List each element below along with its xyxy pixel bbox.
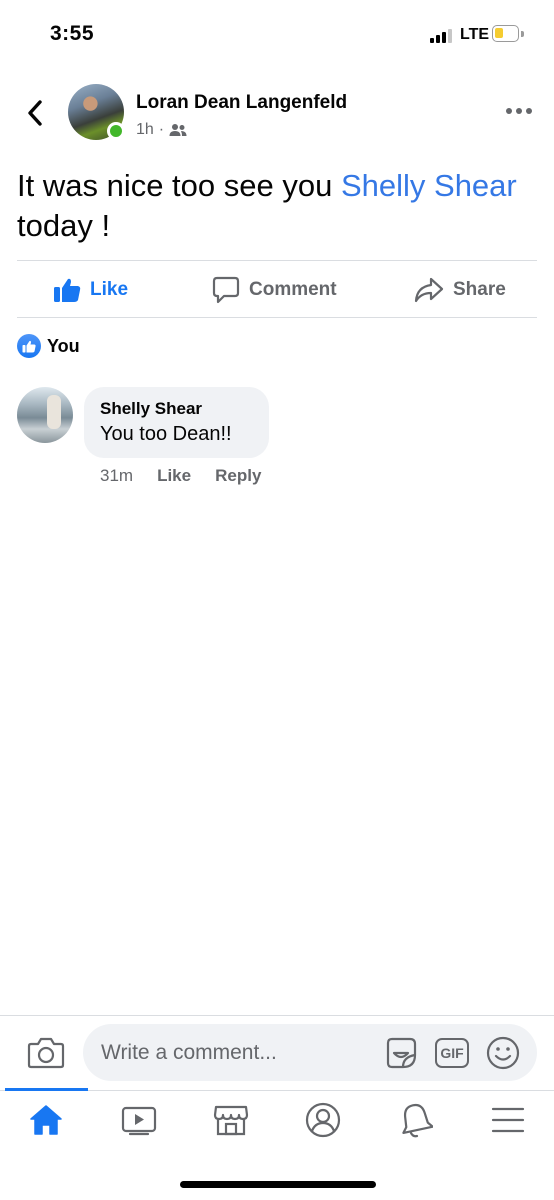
- sticker-icon: [386, 1037, 417, 1069]
- comment-label: Comment: [249, 279, 337, 300]
- share-button[interactable]: Share: [414, 272, 506, 308]
- emoji-button[interactable]: [485, 1035, 521, 1071]
- chevron-left-icon: [28, 100, 42, 126]
- video-icon: [121, 1106, 157, 1136]
- active-tab-indicator: [5, 1088, 88, 1091]
- back-button[interactable]: [20, 96, 50, 130]
- composer-divider: [0, 1015, 554, 1016]
- comment-input-container[interactable]: GIF: [83, 1024, 537, 1081]
- menu-icon: [491, 1107, 525, 1133]
- post-author-name[interactable]: Loran Dean Langenfeld: [136, 92, 347, 114]
- comment-like-button[interactable]: Like: [157, 466, 191, 486]
- comment-time: 31m: [100, 466, 134, 485]
- profile-icon: [305, 1102, 341, 1138]
- network-label: LTE: [460, 26, 490, 43]
- comment-button[interactable]: Comment: [212, 272, 337, 308]
- comment-text: You too Dean!!: [100, 423, 232, 445]
- meta-separator: ·: [158, 121, 165, 138]
- emoji-icon: [486, 1036, 520, 1070]
- post-text-end: today !: [17, 208, 111, 243]
- divider: [17, 317, 537, 318]
- comment-bubble[interactable]: Shelly Shear You too Dean!!: [84, 387, 269, 458]
- gif-button[interactable]: GIF: [435, 1038, 469, 1068]
- comment-author[interactable]: Shelly Shear: [100, 399, 253, 419]
- gif-label: GIF: [440, 1045, 464, 1061]
- bell-icon: [402, 1103, 433, 1138]
- reactions-label: You: [47, 335, 80, 356]
- tab-menu[interactable]: [483, 1100, 533, 1140]
- status-bar: 3:55 LTE: [0, 0, 554, 70]
- reactions-summary[interactable]: You: [17, 334, 80, 358]
- tab-profile[interactable]: [298, 1100, 348, 1140]
- comment-meta: 31m Like Reply: [100, 466, 261, 486]
- friends-icon: [169, 124, 187, 136]
- share-icon: [414, 277, 444, 303]
- status-time: 3:55: [50, 22, 95, 45]
- signal-icon: [430, 29, 454, 43]
- post-text: It was nice too see you Shelly Shear toda…: [17, 166, 537, 246]
- comment-input[interactable]: [101, 1024, 381, 1081]
- home-indicator: [180, 1181, 376, 1188]
- like-label: Like: [90, 279, 129, 300]
- mention-link[interactable]: Shelly Shear: [341, 168, 517, 203]
- comment-icon: [212, 276, 240, 304]
- more-options-button[interactable]: [504, 100, 534, 122]
- online-status-dot: [107, 122, 125, 140]
- share-label: Share: [453, 279, 506, 300]
- commenter-avatar[interactable]: [17, 387, 73, 443]
- camera-button[interactable]: [27, 1036, 65, 1070]
- like-button[interactable]: Like: [53, 272, 128, 308]
- marketplace-icon: [213, 1105, 249, 1136]
- camera-icon: [27, 1037, 65, 1069]
- comment-reply-button[interactable]: Reply: [215, 466, 261, 486]
- tab-marketplace[interactable]: [206, 1100, 256, 1140]
- tab-notifications[interactable]: [391, 1100, 441, 1140]
- battery-icon: [492, 25, 519, 42]
- tab-watch[interactable]: [114, 1100, 164, 1140]
- tab-home[interactable]: [21, 1100, 71, 1140]
- sticker-button[interactable]: [383, 1035, 419, 1071]
- like-badge-icon: [17, 334, 41, 358]
- home-icon: [30, 1105, 62, 1135]
- post-text-start: It was nice too see you: [17, 168, 341, 203]
- post-meta: 1h ·: [136, 121, 187, 139]
- divider: [17, 260, 537, 261]
- thumbs-up-icon: [54, 278, 81, 302]
- post-time[interactable]: 1h: [136, 121, 154, 139]
